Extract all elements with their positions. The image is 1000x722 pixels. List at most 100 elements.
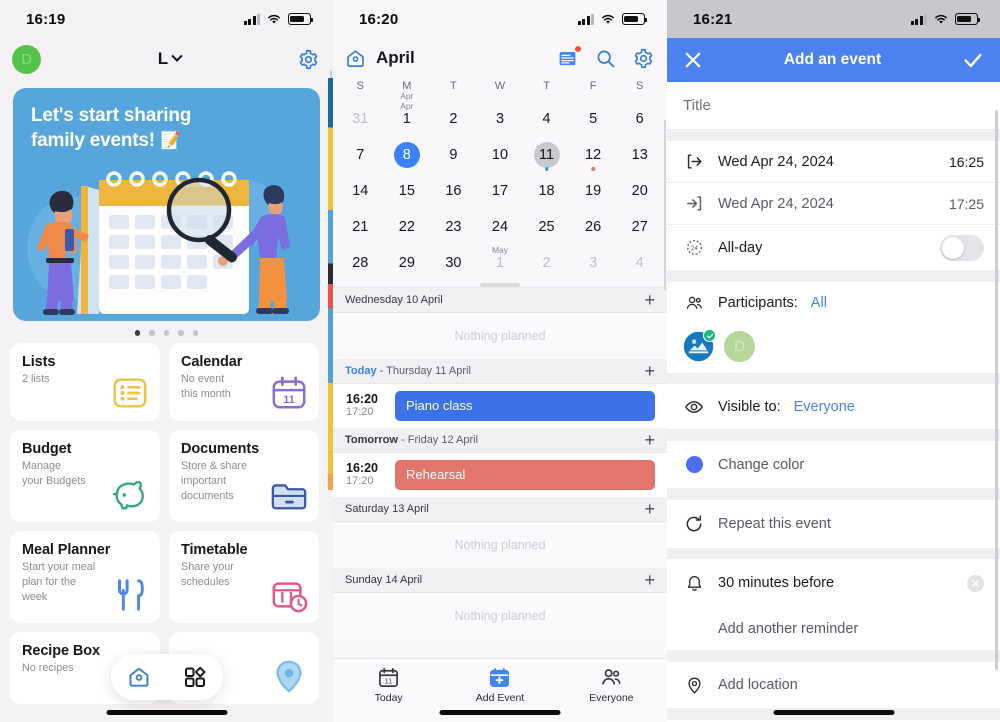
agenda-event-row[interactable]: 16:20 17:20 Rehearsal (333, 452, 667, 497)
modal-header: Add an event (667, 38, 1000, 82)
close-icon[interactable] (683, 50, 703, 70)
calendar-day-cell[interactable]: 30 (430, 246, 477, 281)
calendar-day-cell[interactable]: 4 (616, 246, 663, 281)
end-datetime-row[interactable]: Wed Apr 24, 2024 17:25 (667, 183, 1000, 225)
three-phone-screenshots: 16:19 D L Let's start sharing family eve… (0, 0, 1000, 722)
allday-icon: 24 (683, 238, 705, 257)
carousel-dot[interactable] (163, 330, 170, 336)
repeat-row[interactable]: Repeat this event (667, 500, 1000, 548)
agenda-empty-state: Nothing planned (333, 312, 667, 359)
home-icon[interactable] (127, 665, 151, 689)
calendar-day-cell[interactable]: 13 (616, 138, 663, 173)
calendar-day-cell[interactable]: 4 (523, 102, 570, 137)
calendar-day-cell[interactable]: 20 (616, 174, 663, 209)
add-event-button[interactable]: + (644, 362, 655, 380)
allday-row[interactable]: 24 All-day (667, 225, 1000, 271)
calendar-day-cell[interactable]: 3 (570, 246, 617, 281)
family-selector[interactable]: L (158, 49, 183, 69)
calendar-day-cell[interactable]: 10 (477, 138, 524, 173)
gear-icon[interactable] (633, 48, 654, 69)
calendar-day-cell[interactable]: 18 (523, 174, 570, 209)
event-chip[interactable]: Rehearsal (395, 459, 655, 490)
calendar-day-cell[interactable]: 21 (337, 210, 384, 245)
search-icon[interactable] (595, 48, 616, 69)
add-event-button[interactable]: + (644, 500, 655, 518)
calendar-day-cell[interactable]: 7 (337, 138, 384, 173)
calendar-day-cell[interactable]: May 1 (477, 245, 524, 281)
change-color-row[interactable]: Change color (667, 441, 1000, 489)
agenda-event-row[interactable]: 16:20 17:20 Piano class (333, 383, 667, 428)
participants-value[interactable]: All (811, 295, 827, 311)
calendar-day-cell[interactable]: 8 (384, 138, 431, 173)
check-icon[interactable] (962, 49, 984, 71)
title-field-row[interactable] (667, 82, 1000, 130)
calendar-day-cell[interactable]: 2 (523, 246, 570, 281)
month-grid[interactable]: 31 Apr 1 2 3 4 5 6 7 8 9 10 11 12 13 14 15 16 17 18 19 20 21 22… (333, 101, 667, 281)
calendar-day-cell[interactable]: 3 (477, 102, 524, 137)
scrollbar[interactable] (995, 110, 998, 670)
calendar-day-cell[interactable]: 16 (430, 174, 477, 209)
allday-toggle[interactable] (940, 234, 984, 261)
card-calendar[interactable]: Calendar No event this month 11 (169, 342, 319, 421)
title-input[interactable] (683, 97, 984, 114)
start-datetime-row[interactable]: Wed Apr 24, 2024 16:25 (667, 141, 1000, 183)
carousel-dot[interactable] (192, 330, 199, 336)
calendar-day-cell[interactable]: 12 (570, 138, 617, 173)
calendar-day-cell[interactable]: 17 (477, 174, 524, 209)
tab-everyone[interactable]: Everyone (556, 666, 667, 704)
user-avatar[interactable]: D (724, 331, 755, 362)
gear-icon[interactable] (298, 49, 319, 70)
card-timetable[interactable]: Timetable Share your schedules (169, 530, 319, 623)
add-event-button[interactable]: + (644, 571, 655, 589)
calendar-day-cell[interactable]: 28 (337, 246, 384, 281)
calendar-day-cell[interactable]: 29 (384, 246, 431, 281)
calendar-day-cell[interactable]: 14 (337, 174, 384, 209)
add-event-button[interactable]: + (644, 291, 655, 309)
calendar-day-cell[interactable]: 25 (523, 210, 570, 245)
visibility-value[interactable]: Everyone (794, 399, 855, 415)
tab-add-event[interactable]: Add Event (444, 666, 555, 704)
add-event-button[interactable]: + (644, 431, 655, 449)
floating-nav-bar[interactable] (110, 654, 223, 700)
calendar-day-cell[interactable]: 6 (616, 102, 663, 137)
add-reminder-row[interactable]: Add another reminder (667, 607, 1000, 651)
card-budget[interactable]: Budget Manage your Budgets (10, 429, 160, 522)
apps-icon[interactable] (183, 665, 207, 689)
hero-banner[interactable]: Let's start sharing family events! 📝 (13, 88, 320, 321)
tab-today[interactable]: 11 Today (333, 666, 444, 704)
month-label[interactable]: April (376, 48, 415, 68)
family-avatar[interactable] (683, 329, 716, 362)
calendar-day-cell[interactable]: 27 (616, 210, 663, 245)
calendar-day-cell[interactable]: 31 (337, 102, 384, 137)
news-button[interactable] (557, 44, 582, 69)
reminder-row[interactable]: 30 minutes before (667, 559, 1000, 607)
home-icon[interactable] (345, 48, 366, 69)
event-chip[interactable]: Piano class (395, 390, 655, 421)
calendar-day-cell[interactable]: 11 (523, 138, 570, 173)
card-meal-planner[interactable]: Meal Planner Start your meal plan for th… (10, 530, 160, 623)
carousel-dot[interactable] (178, 330, 184, 336)
calendar-day-cell[interactable]: Apr 1 (384, 101, 431, 137)
calendar-day-cell[interactable]: 22 (384, 210, 431, 245)
calendar-day-cell[interactable]: 2 (430, 102, 477, 137)
close-circle-icon[interactable] (967, 574, 984, 592)
calendar-day-cell[interactable]: 19 (570, 174, 617, 209)
day-number: 8 (393, 142, 420, 169)
status-time: 16:19 (26, 10, 66, 28)
day-number: 27 (631, 219, 648, 236)
participants-row[interactable]: Participants: All (667, 282, 1000, 324)
calendar-day-cell[interactable]: 5 (570, 102, 617, 137)
calendar-day-cell[interactable]: 23 (430, 210, 477, 245)
card-documents[interactable]: Documents Store & share important docume… (169, 429, 319, 522)
scrollbar[interactable] (663, 120, 666, 290)
calendar-day-cell[interactable]: 9 (430, 138, 477, 173)
carousel-dot[interactable] (149, 330, 155, 336)
carousel-dot[interactable] (134, 330, 141, 336)
avatar[interactable]: D (12, 44, 41, 74)
card-lists[interactable]: Lists 2 lists (10, 342, 160, 421)
visibility-row[interactable]: Visible to: Everyone (667, 384, 1000, 430)
calendar-day-cell[interactable]: 26 (570, 210, 617, 245)
calendar-day-cell[interactable]: 15 (384, 174, 431, 209)
add-location-row[interactable]: Add location (667, 662, 1000, 709)
calendar-day-cell[interactable]: 24 (477, 210, 524, 245)
